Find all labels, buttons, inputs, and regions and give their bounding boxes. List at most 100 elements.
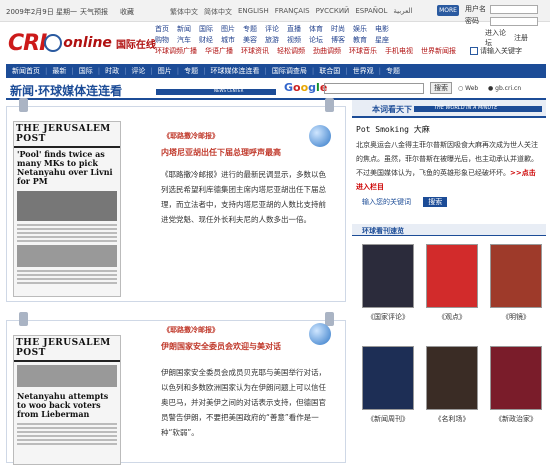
- pin-icon: [325, 312, 334, 326]
- headline-link[interactable]: 伊朗国家安全委员会欢迎与美对话: [161, 341, 281, 352]
- main-nav-item[interactable]: 专题: [184, 66, 198, 76]
- magazine-cover[interactable]: 《国家评论》: [362, 244, 414, 322]
- login-box: 用户名 密码 进入论坛 注册: [465, 4, 548, 50]
- register-link[interactable]: 注册: [514, 33, 539, 43]
- main-nav-item[interactable]: 图片: [158, 66, 172, 76]
- channel-nav: 首页 新闻 国际 图片 专题 评论 直播 体育 时尚 娱乐 电影 购物 汽车 财…: [155, 24, 456, 57]
- nav-link[interactable]: 专题: [243, 24, 257, 34]
- source-label[interactable]: 《耶路撒冷邮报》: [163, 131, 219, 141]
- radio-web[interactable]: ○ Web: [458, 85, 478, 92]
- nav-link[interactable]: 博客: [331, 35, 345, 45]
- google-logo: Google: [284, 81, 328, 94]
- nav-link[interactable]: 新闻: [177, 24, 191, 34]
- radio-link[interactable]: 环球资讯: [241, 46, 269, 56]
- lang-arabic[interactable]: العربية: [393, 7, 412, 17]
- magazine-cover[interactable]: 《明镜》: [490, 244, 542, 322]
- page-title: 新闻·环球媒体连连看: [10, 84, 123, 98]
- search-icon: [470, 47, 478, 55]
- nav-link[interactable]: 时尚: [331, 24, 345, 34]
- main-nav-item[interactable]: 国际: [79, 66, 93, 76]
- nav-link[interactable]: 城市: [221, 35, 235, 45]
- nav-link[interactable]: 电影: [375, 24, 389, 34]
- main-nav-item[interactable]: 时政: [105, 66, 119, 76]
- google-search-input[interactable]: [324, 83, 424, 94]
- lang-english[interactable]: ENGLISH: [238, 7, 269, 17]
- cover-image: [362, 346, 414, 410]
- news-center-band: NEWS CENTER: [156, 88, 276, 95]
- nav-link[interactable]: 汽车: [177, 35, 191, 45]
- radio-link[interactable]: 环球调频广播: [155, 46, 197, 56]
- radio-link[interactable]: 轻松调频: [277, 46, 305, 56]
- radio-link[interactable]: 劲曲调频: [313, 46, 341, 56]
- article-summary: 《耶路撒冷邮报》进行的最新民调显示，多数以色列选民希望利库德集团主席内塔尼亚胡出…: [161, 170, 326, 224]
- main-nav-item[interactable]: 联合国: [319, 66, 340, 76]
- lang-spanish[interactable]: ESPAÑOL: [355, 7, 387, 17]
- language-links: 繁体中文 简体中文 ENGLISH FRANÇAIS РУССКИЙ ESPAÑ…: [170, 7, 413, 17]
- word-text: 北京奥运会八金得主菲尔普斯因吸食大麻再次成为世人关注的焦点。虽然，菲尔普斯在被曝…: [356, 141, 538, 191]
- nav-link[interactable]: 娱乐: [353, 24, 367, 34]
- globe-icon: [309, 125, 331, 147]
- main-nav-item[interactable]: 世界观: [353, 66, 374, 76]
- source-label[interactable]: 《耶路撒冷邮报》: [163, 325, 219, 335]
- cover-image: [490, 244, 542, 308]
- main-nav-item[interactable]: 环球媒体连连看: [211, 66, 260, 76]
- nav-link[interactable]: 财经: [199, 35, 213, 45]
- lang-french[interactable]: FRANÇAIS: [275, 7, 310, 17]
- main-nav-item[interactable]: 新闻首页: [12, 66, 40, 76]
- newspaper-thumbnail[interactable]: THE JERUSALEM POST 'Pool' finds twice as…: [13, 121, 121, 297]
- newspaper-thumbnail[interactable]: THE JERUSALEM POST Netanyahu attempts to…: [13, 335, 121, 465]
- lang-simplified[interactable]: 简体中文: [204, 7, 232, 17]
- nav-link[interactable]: 视频: [287, 35, 301, 45]
- nav-link[interactable]: 首页: [155, 24, 169, 34]
- logo-cn: 国际在线: [115, 39, 156, 51]
- keyword-search-button[interactable]: 搜索: [423, 197, 448, 207]
- magazine-cover[interactable]: 《新闻周刊》: [362, 346, 414, 424]
- magazine-cover[interactable]: 《观点》: [426, 244, 478, 322]
- logo-cri: CRI: [8, 30, 47, 56]
- nav-link[interactable]: 旅游: [265, 35, 279, 45]
- nav-link[interactable]: 论坛: [309, 35, 323, 45]
- main-nav-item[interactable]: 国际调查局: [272, 66, 307, 76]
- keyword-label[interactable]: 输入您的关键词: [362, 198, 411, 206]
- nav-link[interactable]: 直播: [287, 24, 301, 34]
- google-search-button[interactable]: 搜索: [430, 82, 452, 94]
- nav-link[interactable]: 教育: [353, 35, 367, 45]
- date-text: 2009年2月9日 星期一: [6, 8, 77, 16]
- site-logo[interactable]: CRI online 国际在线: [8, 28, 156, 58]
- password-input[interactable]: [490, 16, 538, 26]
- nav-link[interactable]: 图片: [221, 24, 235, 34]
- main-nav-item[interactable]: 最新: [52, 66, 66, 76]
- orbit-icon: [44, 34, 63, 52]
- radio-site[interactable]: ● gb.cri.cn: [488, 85, 521, 92]
- radio-link[interactable]: 华语广播: [205, 46, 233, 56]
- radio-link[interactable]: 手机电视: [385, 46, 413, 56]
- lang-russian[interactable]: РУССКИЙ: [316, 7, 350, 17]
- favorite-link[interactable]: 收藏: [120, 7, 134, 17]
- headline-link[interactable]: 内塔尼亚胡出任下届总理呼声最高: [161, 147, 281, 158]
- nav-link[interactable]: 购物: [155, 35, 169, 45]
- radio-link[interactable]: 环球音乐: [349, 46, 377, 56]
- globe-icon: [309, 323, 331, 345]
- magazine-cover[interactable]: 《新政治家》: [490, 346, 542, 424]
- radio-link[interactable]: 世界新闻报: [421, 46, 456, 56]
- username-input[interactable]: [490, 4, 538, 14]
- more-button[interactable]: MORE: [437, 5, 459, 16]
- logo-online: online: [63, 35, 112, 51]
- nav-link[interactable]: 国际: [199, 24, 213, 34]
- weather-link[interactable]: 天气预报: [80, 7, 108, 17]
- media-card: THE JERUSALEM POST 'Pool' finds twice as…: [6, 98, 346, 302]
- right-sidebar: 本词看天下 THE WORLD IN A MINUTE Pot Smoking …: [352, 100, 546, 423]
- nav-link[interactable]: 星座: [375, 35, 389, 45]
- nav-link[interactable]: 美容: [243, 35, 257, 45]
- enter-forum-link[interactable]: 进入论坛: [485, 28, 510, 48]
- magazine-cover[interactable]: 《名利场》: [426, 346, 478, 424]
- nav-link[interactable]: 评论: [265, 24, 279, 34]
- main-nav-item[interactable]: 评论: [131, 66, 145, 76]
- pin-icon: [325, 98, 334, 112]
- nav-link[interactable]: 体育: [309, 24, 323, 34]
- keyword-search[interactable]: 请输入关键字: [470, 46, 522, 56]
- lang-traditional[interactable]: 繁体中文: [170, 7, 198, 17]
- main-nav-item[interactable]: 专题: [386, 66, 400, 76]
- article-summary: 伊朗国家安全委员会成员贝克耶与美国举行对话，以色列和多数欧洲国家认为在伊朗问题上…: [161, 368, 326, 437]
- main-nav: 新闻首页 | 最新 | 国际 | 时政 | 评论 | 图片 | 专题 | 环球媒体连连看 | 国…: [6, 64, 546, 78]
